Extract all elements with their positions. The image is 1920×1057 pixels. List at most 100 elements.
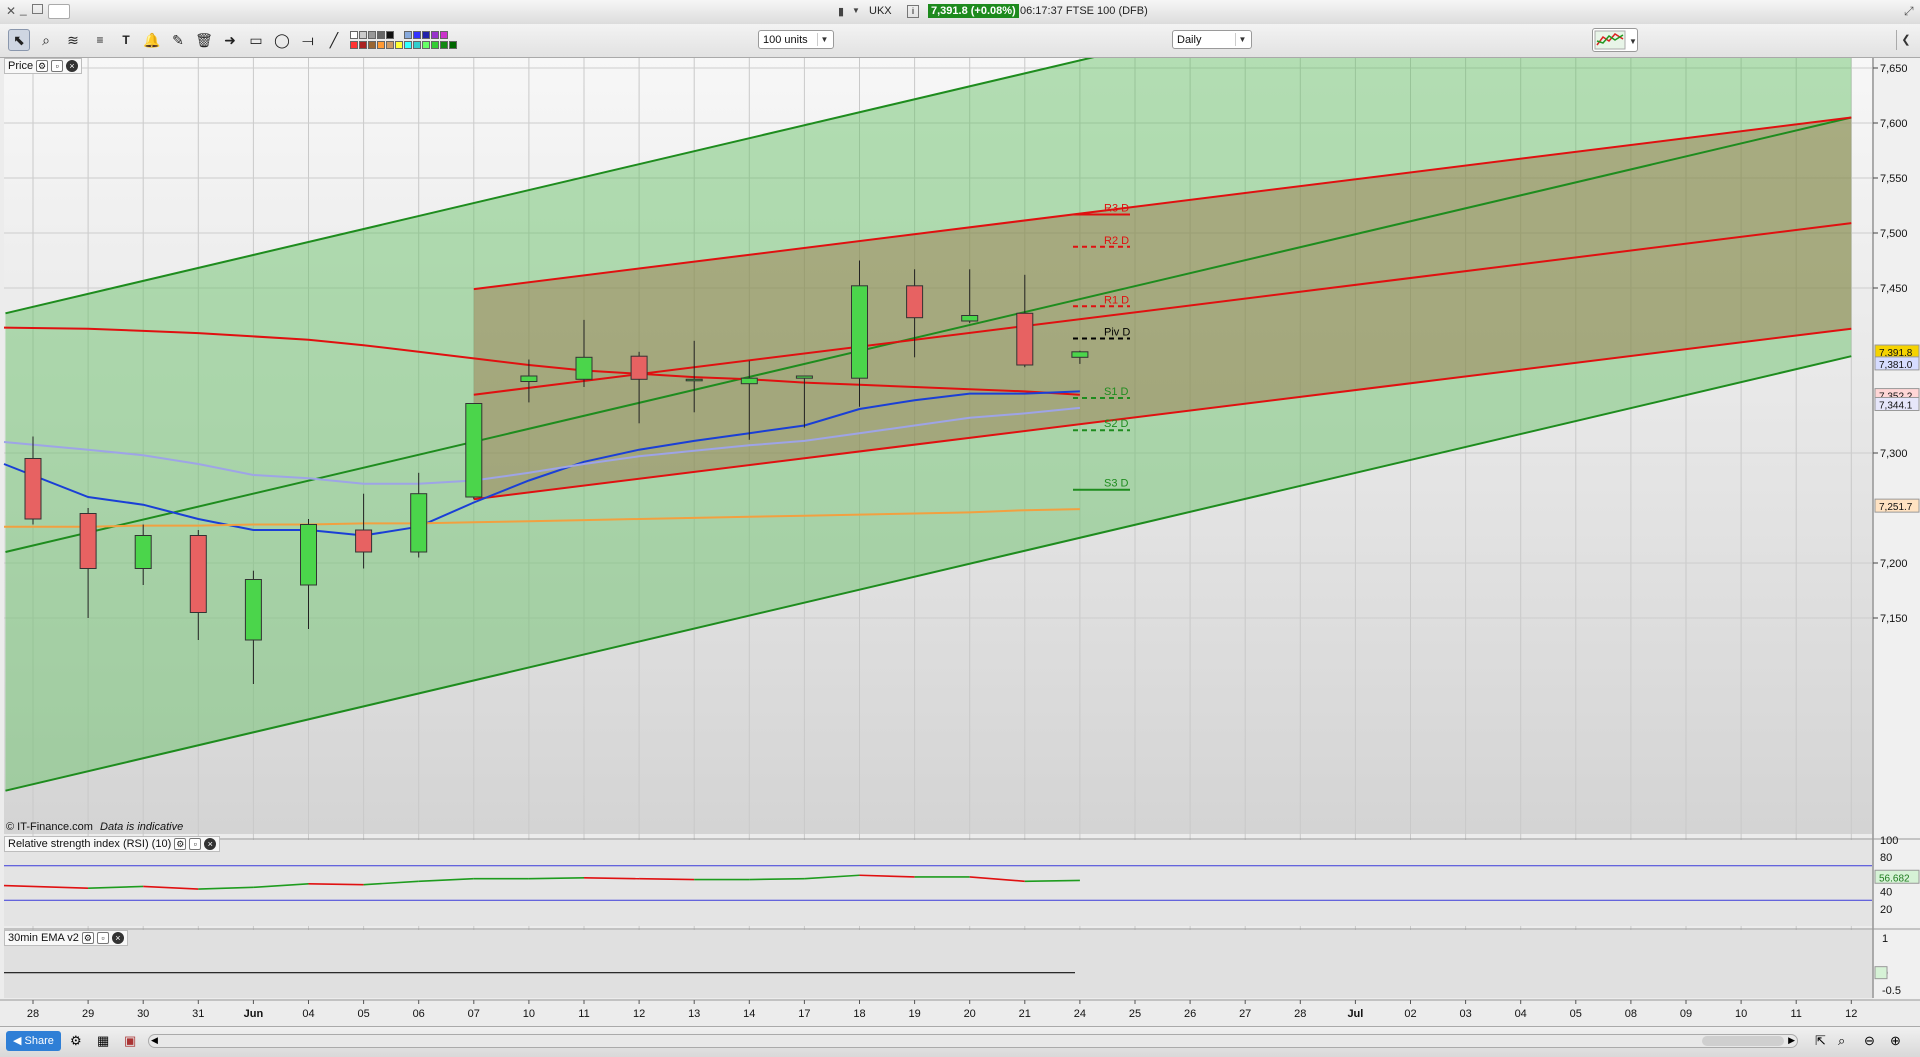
price-tick-label: 7,450 [1880, 283, 1908, 295]
swatch-lime[interactable] [422, 41, 430, 49]
lock-icon: ▮ [838, 6, 845, 18]
cursor-tool-icon[interactable]: ⬉ [8, 29, 30, 51]
chevron-down-icon: ▼ [817, 33, 831, 46]
date-tick-label: 05 [357, 1008, 369, 1020]
date-tick-label: 07 [468, 1008, 480, 1020]
window-close-icon[interactable]: ✕ [6, 4, 16, 18]
swatch-blue[interactable] [413, 31, 421, 39]
trash-icon[interactable]: 🗑 [193, 29, 215, 51]
swatch-lightblue[interactable] [404, 31, 412, 39]
chart-icon[interactable]: ▣ [124, 1033, 136, 1049]
fibonacci-tool-icon[interactable]: ≡ [89, 29, 111, 51]
close-icon[interactable]: × [204, 838, 217, 850]
fit-chart-icon[interactable]: ⇱ [1815, 1033, 1826, 1049]
window-icon[interactable]: ▫ [96, 932, 109, 944]
date-tick-label: 04 [1515, 1008, 1527, 1020]
wrench-icon[interactable]: ⚙ [81, 932, 94, 944]
swatch-cyan[interactable] [404, 41, 412, 49]
candle-down [355, 529, 373, 553]
date-tick-label: 08 [1625, 1008, 1637, 1020]
window-minimize-icon[interactable]: _ [20, 2, 27, 16]
chevron-down-icon[interactable]: ▼ [852, 6, 860, 15]
close-icon[interactable]: × [66, 60, 79, 72]
zoom-fit-icon[interactable]: ⌕ [1838, 1033, 1845, 1049]
date-tick-label: 14 [743, 1008, 755, 1020]
window-restore-icon[interactable] [32, 4, 43, 14]
swatch-red[interactable] [350, 41, 358, 49]
swatch-lightgray[interactable] [359, 31, 367, 39]
swatch-green[interactable] [431, 41, 439, 49]
swatch-white[interactable] [350, 31, 358, 39]
color-palette [350, 31, 505, 53]
share-button[interactable]: ◀ Share [6, 1031, 61, 1051]
swatch-gray[interactable] [368, 31, 376, 39]
rsi-panel-label: Relative strength index (RSI) (10) ⚙ ▫ × [4, 836, 221, 852]
indicator-tool-icon[interactable]: ≋ [62, 29, 84, 51]
ema-value-box [1874, 966, 1888, 980]
rsi-segment [639, 877, 695, 881]
trendline-tool-icon[interactable]: ╱ [323, 29, 345, 51]
zoom-out-icon[interactable]: ⊖ [1864, 1033, 1875, 1049]
alert-bell-icon[interactable]: 🔔 [141, 29, 163, 51]
candle-up [685, 378, 703, 382]
horizontal-line-tool-icon[interactable]: ⟞ [297, 29, 319, 51]
swatch-darkred[interactable] [359, 41, 367, 49]
swatch-brown[interactable] [368, 41, 376, 49]
zoom-tool-icon[interactable]: ⌕ [35, 29, 57, 51]
wrench-icon[interactable]: ⚙ [36, 60, 49, 72]
rsi-segment [1024, 879, 1080, 883]
swatch-teal[interactable] [413, 41, 421, 49]
close-icon[interactable]: × [111, 932, 124, 944]
swatch-tan[interactable] [386, 41, 394, 49]
units-select-value: 100 units [763, 34, 808, 46]
text-tool-icon[interactable]: T [115, 29, 137, 51]
swatch-yellow[interactable] [395, 41, 403, 49]
swatch-darkgreen[interactable] [440, 41, 448, 49]
date-tick-label: 25 [1129, 1008, 1141, 1020]
rsi-tick-label: 80 [1880, 852, 1892, 864]
date-tick-label: 03 [1459, 1008, 1471, 1020]
price-tick-label: 7,650 [1880, 63, 1908, 75]
info-icon[interactable]: i [907, 5, 919, 18]
window-icon[interactable]: ▫ [51, 60, 64, 72]
arrow-right-icon[interactable]: ➜ [219, 29, 241, 51]
chart-canvas[interactable]: R3 D7,516.8R2 D7,487.5R1 D7,433.4Piv D7,… [0, 58, 1920, 1026]
fullscreen-icon[interactable]: ⤢ [1904, 4, 1914, 19]
pivot-label: R2 D [1104, 235, 1129, 247]
rectangle-tool-icon[interactable]: ▭ [245, 29, 267, 51]
chart-type-button[interactable]: ▼ [1592, 28, 1638, 52]
horizontal-scrollbar[interactable]: ◀ ▶ [148, 1034, 1798, 1048]
price-tick-label: 7,150 [1880, 613, 1908, 625]
swatch-black[interactable] [386, 31, 394, 39]
rsi-panel-background [4, 840, 1872, 926]
scrollbar-thumb[interactable] [1702, 1036, 1784, 1046]
pen-tool-icon[interactable]: ✎ [167, 29, 189, 51]
settings-icon[interactable]: ⚙ [70, 1033, 82, 1049]
table-icon[interactable]: ▦ [97, 1033, 109, 1049]
window-icon[interactable]: ▫ [189, 838, 202, 850]
units-select[interactable]: 100 units ▼ [758, 30, 834, 49]
rsi-segment [583, 877, 640, 880]
interval-select-value: Daily [1177, 34, 1202, 46]
window-blank-button[interactable] [48, 4, 70, 19]
swatch-darkblue[interactable] [422, 31, 430, 39]
ellipse-tool-icon[interactable]: ◯ [271, 29, 293, 51]
ema-tick-label: 1 [1882, 933, 1888, 945]
scroll-left-icon[interactable]: ◀ [151, 1035, 158, 1046]
date-tick-label: 20 [964, 1008, 976, 1020]
scroll-right-icon[interactable]: ▶ [1788, 1035, 1795, 1046]
swatch-violet[interactable] [440, 31, 448, 39]
interval-select[interactable]: Daily ▼ [1172, 30, 1252, 49]
swatch-orange[interactable] [377, 41, 385, 49]
zoom-in-icon[interactable]: ⊕ [1890, 1033, 1901, 1049]
share-label: Share [24, 1035, 54, 1047]
panel-collapse-icon[interactable]: ❮ [1896, 30, 1915, 50]
wrench-icon[interactable]: ⚙ [174, 838, 187, 850]
candle-down [189, 535, 207, 613]
swatch-purple[interactable] [431, 31, 439, 39]
swatch-forest[interactable] [449, 41, 457, 49]
date-tick-label: 05 [1570, 1008, 1582, 1020]
swatch-darkgray[interactable] [377, 31, 385, 39]
ema-panel-label: 30min EMA v2 ⚙ ▫ × [4, 930, 128, 946]
date-tick-label: 04 [302, 1008, 314, 1020]
